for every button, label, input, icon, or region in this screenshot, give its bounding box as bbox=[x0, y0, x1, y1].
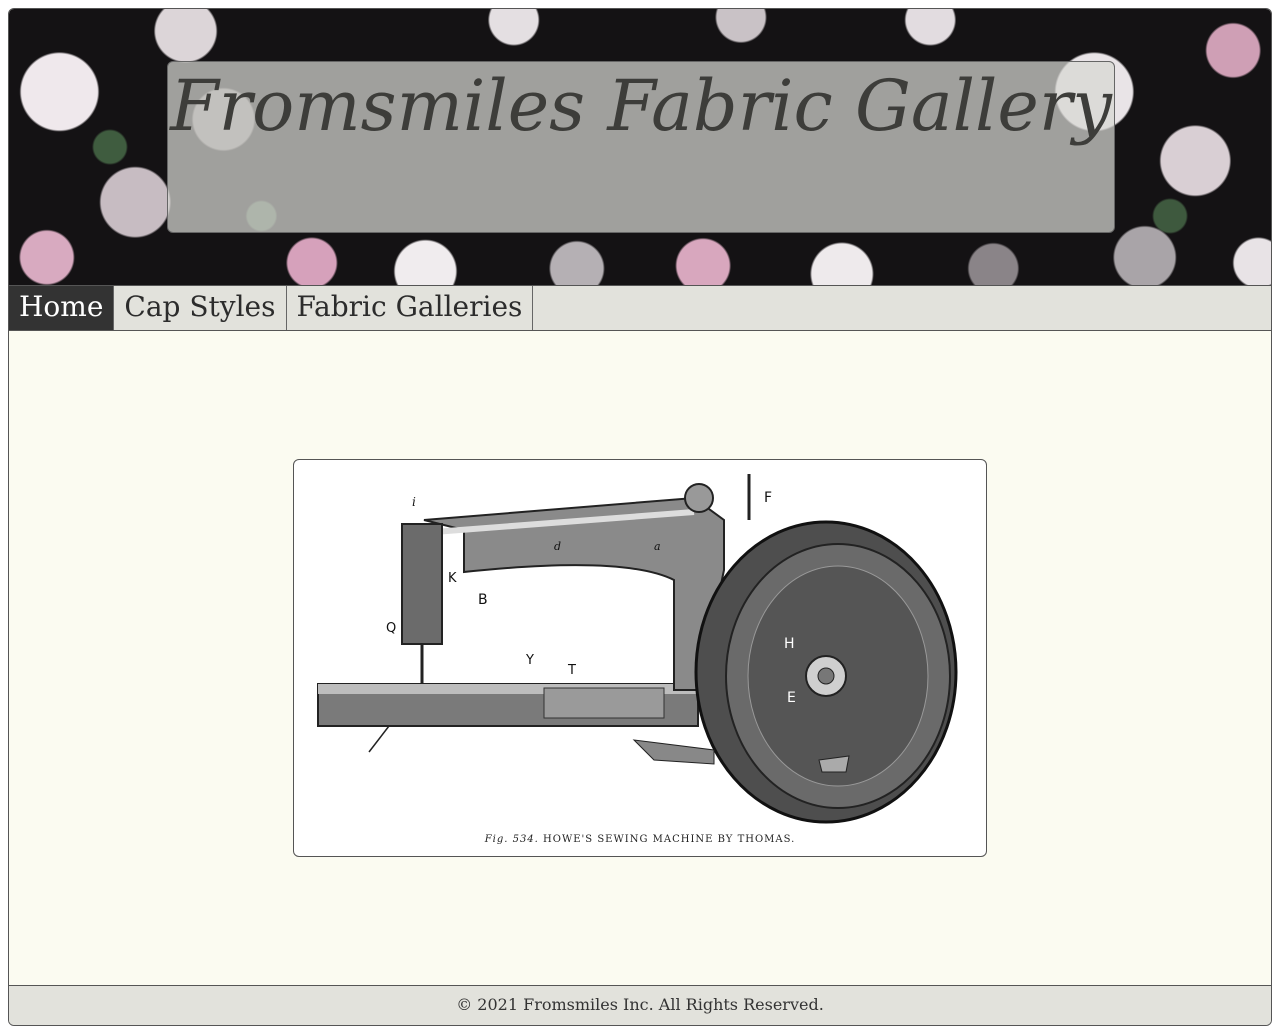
svg-text:H: H bbox=[784, 636, 795, 652]
svg-text:E: E bbox=[787, 690, 796, 706]
nav-cap-styles[interactable]: Cap Styles bbox=[114, 286, 287, 330]
sewing-machine-image: F d a K B Q Y T i H E Fig. 534. HOWE'S S… bbox=[293, 459, 987, 857]
nav-home[interactable]: Home bbox=[9, 286, 115, 330]
svg-text:K: K bbox=[448, 571, 457, 586]
svg-text:d: d bbox=[554, 540, 561, 553]
svg-text:a: a bbox=[654, 540, 661, 553]
floral-header-banner: Fromsmiles Fabric Gallery bbox=[9, 9, 1271, 285]
copyright-text: © 2021 Fromsmiles Inc. All Rights Reserv… bbox=[456, 995, 824, 1014]
site-title: Fromsmiles Fabric Gallery bbox=[170, 65, 1112, 147]
figure-caption-text: HOWE'S SEWING MACHINE BY THOMAS. bbox=[543, 834, 796, 845]
sewing-machine-illustration: F d a K B Q Y T i H E bbox=[317, 474, 958, 824]
site-title-box: Fromsmiles Fabric Gallery bbox=[167, 61, 1115, 233]
svg-text:T: T bbox=[567, 663, 576, 678]
page: Fromsmiles Fabric Gallery Home Cap Style… bbox=[8, 8, 1272, 1026]
main-nav: Home Cap Styles Fabric Galleries bbox=[9, 285, 1271, 331]
svg-text:Q: Q bbox=[386, 621, 396, 636]
nav-fabric-galleries[interactable]: Fabric Galleries bbox=[287, 286, 534, 330]
svg-text:F: F bbox=[764, 490, 772, 506]
svg-text:B: B bbox=[478, 592, 488, 608]
figure-caption: Fig. 534. HOWE'S SEWING MACHINE BY THOMA… bbox=[294, 834, 986, 845]
svg-text:i: i bbox=[412, 495, 416, 509]
site-footer: © 2021 Fromsmiles Inc. All Rights Reserv… bbox=[9, 985, 1271, 1025]
main-content: F d a K B Q Y T i H E Fig. 534. HOWE'S S… bbox=[9, 331, 1271, 985]
svg-text:Y: Y bbox=[525, 653, 534, 668]
figure-caption-prefix: Fig. 534. bbox=[484, 834, 539, 845]
